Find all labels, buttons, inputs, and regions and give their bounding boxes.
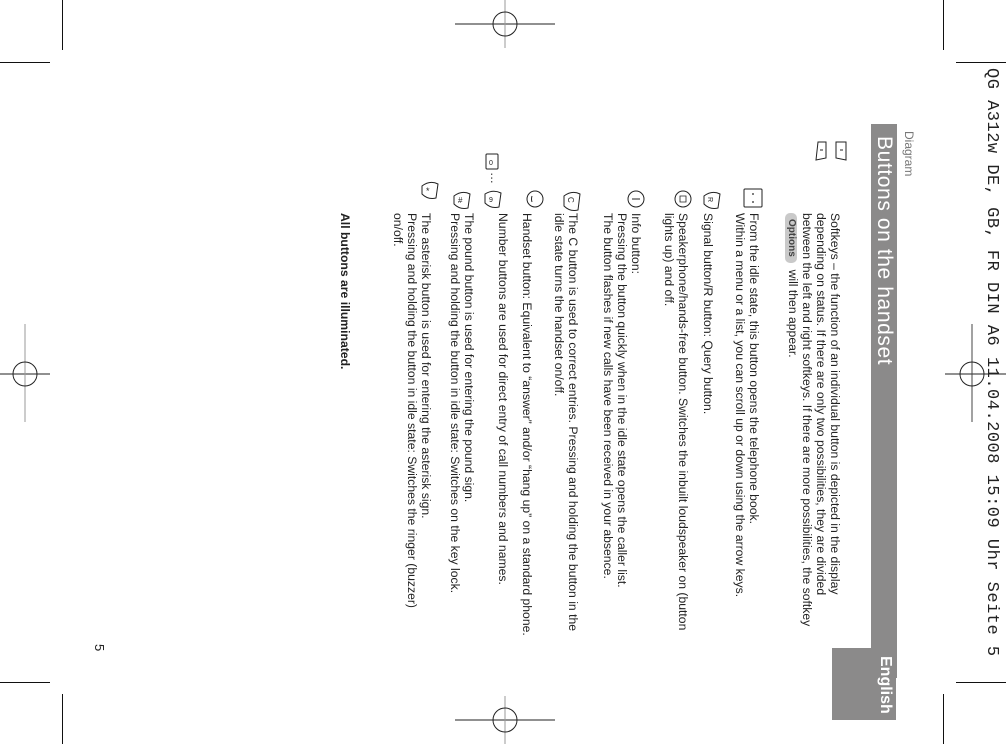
speakerphone-icon — [674, 190, 692, 208]
text-line: The C button is used to correct entries.… — [566, 213, 580, 632]
entry-number-buttons: Number buttons are used for direct entry… — [496, 213, 510, 585]
text-line: depending on status. If there are only t… — [814, 213, 828, 596]
text-line: The button flashes if new calls have bee… — [601, 213, 615, 579]
c-button-icon: C — [563, 191, 581, 211]
crop-mark — [956, 682, 1006, 683]
registration-mark-top — [455, 0, 555, 48]
crop-mark — [62, 0, 63, 50]
navigation-key-icon — [743, 188, 763, 208]
text-line: Pressing and holding the button in idle … — [405, 213, 419, 608]
entry-handset-button: Handset button: Equivalent to “answer” a… — [520, 213, 534, 636]
text-line: Pressing the button quickly when in the … — [615, 213, 629, 588]
nine-button-icon: 9 — [484, 190, 502, 208]
crop-mark — [943, 694, 944, 744]
handset-button-icon — [526, 190, 544, 208]
number-buttons-icon: 0 … 9 — [480, 152, 510, 212]
text-line: between the left and right softkeys. If … — [800, 213, 814, 627]
entry-pound-button: The pound button is used for entering th… — [448, 213, 476, 593]
section-label: Diagram — [902, 131, 916, 177]
registration-mark-left — [0, 324, 50, 422]
text-line: Number buttons are used for direct entry… — [496, 213, 510, 585]
print-slug: QG A312w DE, GB, FR DIN A6 11.04.2008 15… — [982, 68, 1001, 657]
text-line: idle state turns the handset on/off. — [552, 213, 566, 397]
pound-button-icon: # — [453, 191, 471, 209]
text-line: From the idle state, this button opens t… — [747, 213, 761, 524]
entry-asterisk-button: The asterisk button is used for entering… — [391, 213, 433, 608]
language-tab-label: English — [877, 656, 894, 714]
info-button-icon — [627, 190, 645, 208]
entry-speakerphone: Speakerphone/hands-free button. Switches… — [662, 213, 690, 630]
svg-text:0: 0 — [489, 160, 493, 167]
text-line: Signal button/R button: Query button. — [701, 213, 715, 415]
text-line: Speakerphone/hands-free button. Switches… — [676, 213, 690, 631]
text-line: The pound button is used for entering th… — [462, 213, 476, 503]
entry-c-button: The C button is used to correct entries.… — [552, 213, 580, 631]
page-number: 5 — [92, 644, 107, 652]
options-softkey-badge: Options — [785, 213, 797, 263]
text-line: Within a menu or a list, you can scroll … — [733, 213, 747, 598]
softkeys-icon — [815, 141, 847, 161]
footer-note: All buttons are illuminated. — [338, 213, 352, 370]
asterisk-button-icon: * — [421, 181, 439, 199]
crop-mark — [943, 0, 944, 50]
entry-softkeys: Softkeys – the function of an individual… — [785, 213, 842, 626]
svg-text:C: C — [566, 197, 575, 203]
svg-text:#: # — [458, 196, 463, 205]
text-line: lights up) and off. — [662, 213, 676, 307]
svg-text:9: 9 — [489, 197, 493, 204]
text-line: Options will then appear. — [785, 213, 800, 626]
entry-navigation-key: From the idle state, this button opens t… — [733, 213, 761, 597]
page-title-text: Buttons on the handset — [873, 136, 896, 366]
crop-mark — [0, 682, 50, 683]
registration-mark-bottom — [455, 696, 555, 744]
page-title: Buttons on the handset — [871, 124, 897, 678]
text-line: Softkeys – the function of an individual… — [828, 213, 842, 595]
signal-r-button-icon: R — [703, 191, 721, 209]
number-range-ellipsis: … — [488, 172, 502, 184]
zero-button-icon: 0 — [485, 153, 499, 170]
crop-mark — [956, 62, 1006, 63]
svg-text:R: R — [706, 197, 713, 202]
crop-mark — [62, 694, 63, 744]
text-line: Info button: — [629, 213, 643, 274]
crop-mark — [0, 62, 50, 63]
text-line: Pressing and holding the button in idle … — [448, 213, 462, 594]
entry-info-button: Info button: Pressing the button quickly… — [601, 213, 643, 588]
entry-signal-r-button: Signal button/R button: Query button. — [701, 213, 715, 414]
text-line: The asterisk button is used for entering… — [419, 213, 433, 519]
svg-text:*: * — [426, 186, 430, 196]
language-tab[interactable]: English — [832, 648, 896, 720]
text-line: on/off. — [391, 213, 405, 247]
text-fragment: will then appear. — [786, 269, 800, 358]
text-line: Handset button: Equivalent to “answer” a… — [520, 213, 534, 636]
